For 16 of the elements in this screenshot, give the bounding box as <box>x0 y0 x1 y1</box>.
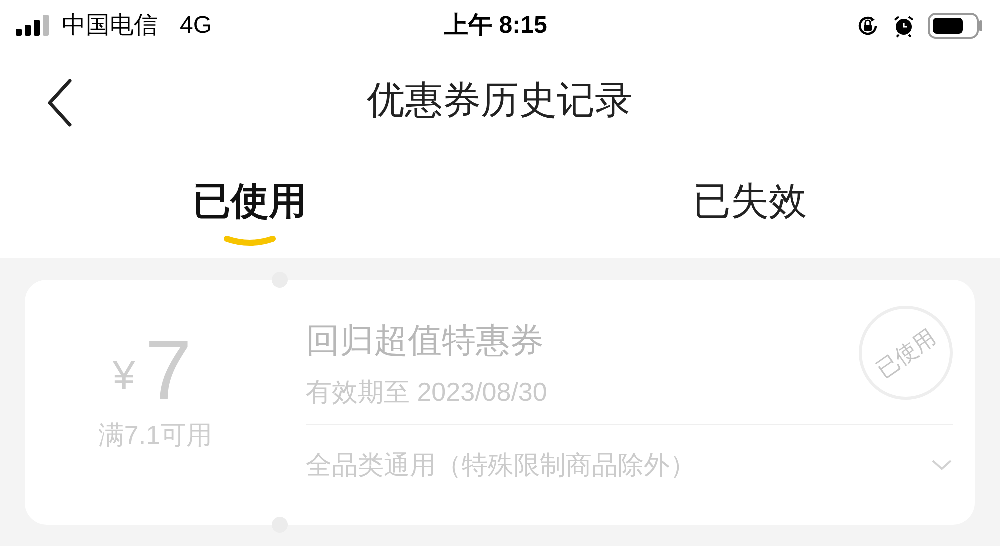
network-type: 4G <box>180 11 212 41</box>
back-icon <box>46 79 74 127</box>
chevron-down-icon <box>931 459 953 471</box>
clock-time: 上午 8:15 <box>444 11 548 41</box>
rotation-lock-icon <box>856 14 880 38</box>
battery-icon <box>928 13 984 39</box>
page-title: 优惠券历史记录 <box>367 78 633 124</box>
alarm-icon <box>892 14 916 38</box>
signal-icon <box>16 15 50 37</box>
coupon-title: 回归超值特惠券 <box>306 321 544 362</box>
tab[interactable]: 已失效 <box>500 150 1000 258</box>
currency-symbol: ¥ <box>113 353 136 400</box>
used-stamp: 已使用 <box>859 306 953 400</box>
tab-indicator <box>223 235 277 247</box>
carrier-name: 中国电信 <box>62 11 158 41</box>
tab[interactable]: 已使用 <box>0 150 500 258</box>
